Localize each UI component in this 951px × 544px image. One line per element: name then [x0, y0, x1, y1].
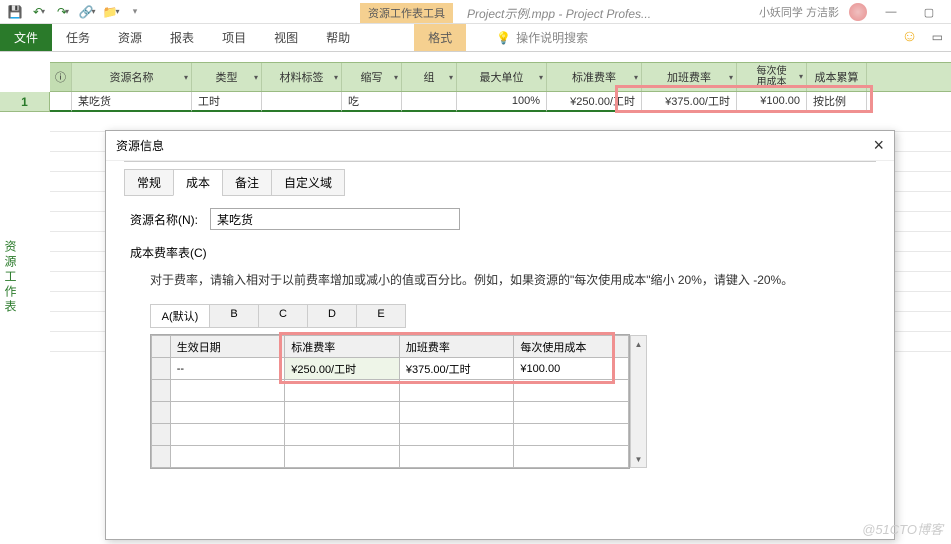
dialog-titlebar[interactable]: 资源信息 × [106, 131, 894, 161]
col-per[interactable]: 每次使 用成本▾ [737, 63, 807, 91]
feedback-icon[interactable]: ☺ [901, 28, 917, 46]
lightbulb-icon: 💡 [496, 31, 511, 45]
col-group[interactable]: 组▾ [402, 63, 457, 91]
col-effective-date[interactable]: 生效日期 [170, 336, 285, 358]
tell-me-label: 操作说明搜索 [516, 29, 588, 46]
tab-format[interactable]: 格式 [414, 24, 466, 51]
chevron-down-icon: ▾ [65, 7, 69, 16]
user-area: 小妖同学 方洁影 — ▢ [759, 2, 943, 22]
resource-name-input[interactable] [210, 208, 460, 230]
col-name[interactable]: 资源名称▾ [72, 63, 192, 91]
ribbon-tabs: 文件 任务 资源 报表 项目 视图 帮助 格式 💡 操作说明搜索 [0, 24, 951, 52]
dialog-tabs: 常规 成本 备注 自定义域 [124, 169, 894, 196]
title-bar: 资源工作表工具 Project示例.mpp - Project Profes..… [360, 2, 811, 24]
tab-report[interactable]: 报表 [156, 24, 208, 51]
document-title: Project示例.mpp - Project Profes... [467, 5, 651, 22]
tab-notes[interactable]: 备注 [222, 169, 272, 196]
fingerprint-icon [849, 3, 867, 21]
cell-initials[interactable]: 吃 [342, 92, 402, 112]
cell-material[interactable] [262, 92, 342, 112]
watermark: @51CTO博客 [862, 519, 943, 538]
cell-per[interactable]: ¥100.00 [514, 358, 629, 380]
scroll-down-icon[interactable]: ▼ [631, 451, 646, 467]
cell-std[interactable]: ¥250.00/工时 [547, 92, 642, 112]
rate-tab-e[interactable]: E [356, 304, 406, 328]
link-button[interactable]: 🔗▾ [76, 2, 98, 22]
chevron-down-icon: ▾ [41, 7, 45, 16]
restore-button[interactable]: ▢ [915, 2, 943, 22]
col-ovt[interactable]: 加班费率▾ [642, 63, 737, 91]
col-std-rate[interactable]: 标准费率 [285, 336, 400, 358]
table-row[interactable]: 1 某吃货 工时 吃 100% ¥250.00/工时 ¥375.00/工时 ¥1… [0, 92, 951, 112]
save-icon: 💾 [8, 5, 23, 19]
save-button[interactable]: 💾 [4, 2, 26, 22]
collapse-ribbon-icon[interactable]: ▭ [932, 30, 943, 44]
tab-task[interactable]: 任务 [52, 24, 104, 51]
undo-button[interactable]: ↶▾ [28, 2, 50, 22]
cell-ovt[interactable]: ¥375.00/工时 [642, 92, 737, 112]
col-accrue[interactable]: 成本累算 [807, 63, 867, 91]
cell-type[interactable]: 工时 [192, 92, 262, 112]
rate-tab-c[interactable]: C [258, 304, 308, 328]
cell-date[interactable]: -- [170, 358, 285, 380]
col-material[interactable]: 材料标签▾ [262, 63, 342, 91]
scroll-up-icon[interactable]: ▲ [631, 336, 646, 352]
tab-project[interactable]: 项目 [208, 24, 260, 51]
rate-tab-b[interactable]: B [209, 304, 259, 328]
context-tab-label: 资源工作表工具 [360, 3, 453, 23]
cost-table-label: 成本费率表(C) [130, 244, 870, 261]
cell-group[interactable] [402, 92, 457, 112]
rate-row[interactable]: -- ¥250.00/工时 ¥375.00/工时 ¥100.00 [152, 358, 629, 380]
hint-text: 对于费率，请输入相对于以前费率增加或减小的值或百分比。例如，如果资源的"每次使用… [150, 271, 870, 290]
col-per-use[interactable]: 每次使用成本 [514, 336, 629, 358]
resource-info-dialog: 资源信息 × 常规 成本 备注 自定义域 资源名称(N): 成本费率表(C) 对… [105, 130, 895, 540]
rate-table-tabs: A(默认) B C D E [150, 304, 870, 328]
qat-customize[interactable]: ▾ [124, 2, 146, 22]
row-number[interactable]: 1 [0, 92, 50, 112]
minimize-button[interactable]: — [877, 2, 905, 22]
user-name: 小妖同学 方洁影 [759, 4, 839, 20]
name-field-label: 资源名称(N): [130, 211, 210, 228]
cell-per[interactable]: ¥100.00 [737, 92, 807, 112]
cell-std[interactable]: ¥250.00/工时 [285, 358, 400, 380]
cell-accrue[interactable]: 按比例 [807, 92, 867, 112]
close-button[interactable]: × [873, 135, 884, 156]
tab-custom[interactable]: 自定义域 [271, 169, 345, 196]
rate-grid: 生效日期 标准费率 加班费率 每次使用成本 -- ¥250.00/工时 ¥375… [150, 334, 630, 469]
col-info[interactable]: ⓘ [50, 63, 72, 91]
tab-general[interactable]: 常规 [124, 169, 174, 196]
chevron-down-icon: ▾ [91, 7, 95, 16]
column-headers: ⓘ 资源名称▾ 类型▾ 材料标签▾ 缩写▾ 组▾ 最大单位▾ 标准费率▾ 加班费… [50, 62, 951, 92]
tell-me-search[interactable]: 💡 操作说明搜索 [496, 24, 588, 51]
tab-help[interactable]: 帮助 [312, 24, 364, 51]
scrollbar[interactable]: ▲ ▼ [630, 335, 647, 468]
chevron-down-icon: ▾ [115, 7, 119, 16]
file-tab[interactable]: 文件 [0, 24, 52, 51]
col-ovt-rate[interactable]: 加班费率 [399, 336, 514, 358]
cell-name[interactable]: 某吃货 [72, 92, 192, 112]
col-max[interactable]: 最大单位▾ [457, 63, 547, 91]
tab-view[interactable]: 视图 [260, 24, 312, 51]
col-type[interactable]: 类型▾ [192, 63, 262, 91]
folder-button[interactable]: 📁▾ [100, 2, 122, 22]
rate-tab-d[interactable]: D [307, 304, 357, 328]
chevron-down-icon: ▾ [184, 73, 188, 82]
sheet-side-label: 资源工作表 [2, 240, 19, 315]
redo-button[interactable]: ↷▾ [52, 2, 74, 22]
col-initials[interactable]: 缩写▾ [342, 63, 402, 91]
col-std[interactable]: 标准费率▾ [547, 63, 642, 91]
tab-resource[interactable]: 资源 [104, 24, 156, 51]
dialog-title: 资源信息 [116, 137, 164, 154]
tab-cost[interactable]: 成本 [173, 169, 223, 196]
cell-max[interactable]: 100% [457, 92, 547, 112]
rate-tab-a[interactable]: A(默认) [150, 304, 210, 328]
cell-ovt[interactable]: ¥375.00/工时 [399, 358, 514, 380]
